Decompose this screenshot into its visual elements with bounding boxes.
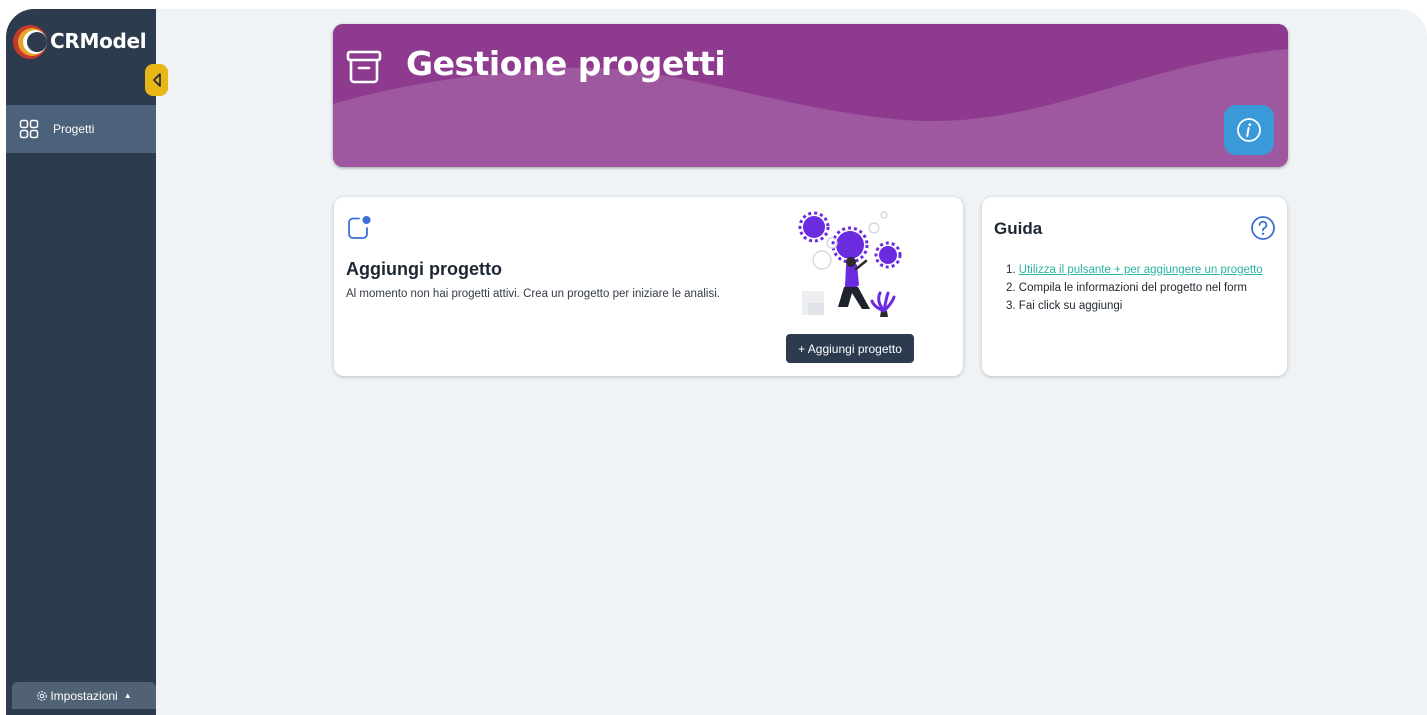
archive-box-icon	[346, 50, 382, 84]
add-project-title: Aggiungi progetto	[346, 259, 502, 279]
sidebar-collapse-button[interactable]	[145, 64, 168, 96]
app-frame: CRModel Progetti Impostazioni ▲ Gestione…	[6, 9, 1427, 715]
logo[interactable]: CRModel	[10, 21, 147, 61]
guide-steps-list: 1. Utilizza il pulsante + per aggiungere…	[1006, 261, 1263, 315]
gear-icon	[37, 690, 48, 701]
guide-step-number: 1.	[1006, 264, 1016, 276]
guide-step: 2. Compila le informazioni del progetto …	[1006, 279, 1263, 297]
sidebar-item-label: Progetti	[53, 122, 95, 136]
guide-step-text: Compila le informazioni del progetto nel…	[1018, 282, 1247, 294]
guide-step: 3. Fai click su aggiungi	[1006, 297, 1263, 315]
caret-up-icon: ▲	[123, 691, 132, 700]
guide-title: Guida	[994, 219, 1043, 238]
add-project-card: Aggiungi progetto Al momento non hai pro…	[334, 197, 963, 376]
sidebar: CRModel Progetti Impostazioni ▲	[6, 9, 156, 715]
guide-step-link[interactable]: Utilizza il pulsante + per aggiungere un…	[1019, 264, 1263, 276]
crmodel-logo-icon	[13, 25, 47, 59]
info-icon	[1237, 118, 1261, 142]
guide-card: Guida 1. Utilizza il pulsante + per aggi…	[982, 197, 1287, 376]
gears-illustration	[798, 211, 902, 317]
page-title: Gestione progetti	[406, 44, 726, 83]
page-header-banner: Gestione progetti	[333, 24, 1288, 167]
new-item-icon	[348, 216, 371, 239]
triangle-left-icon	[152, 73, 161, 87]
guide-step-number: 3.	[1006, 300, 1016, 312]
sidebar-item-progetti[interactable]: Progetti	[6, 105, 156, 153]
logo-text: CRModel	[50, 29, 147, 53]
guide-step-text: Fai click su aggiungi	[1018, 300, 1123, 312]
info-button[interactable]	[1224, 105, 1274, 155]
guide-step: 1. Utilizza il pulsante + per aggiungere…	[1006, 261, 1263, 279]
add-project-description: Al momento non hai progetti attivi. Crea…	[346, 288, 720, 300]
help-question-icon[interactable]	[1250, 215, 1276, 241]
grid-icon	[19, 119, 39, 139]
guide-step-number: 2.	[1006, 282, 1016, 294]
settings-button[interactable]: Impostazioni ▲	[12, 682, 156, 709]
add-project-button[interactable]: + Aggiungi progetto	[786, 334, 914, 363]
settings-label: Impostazioni	[50, 688, 118, 703]
